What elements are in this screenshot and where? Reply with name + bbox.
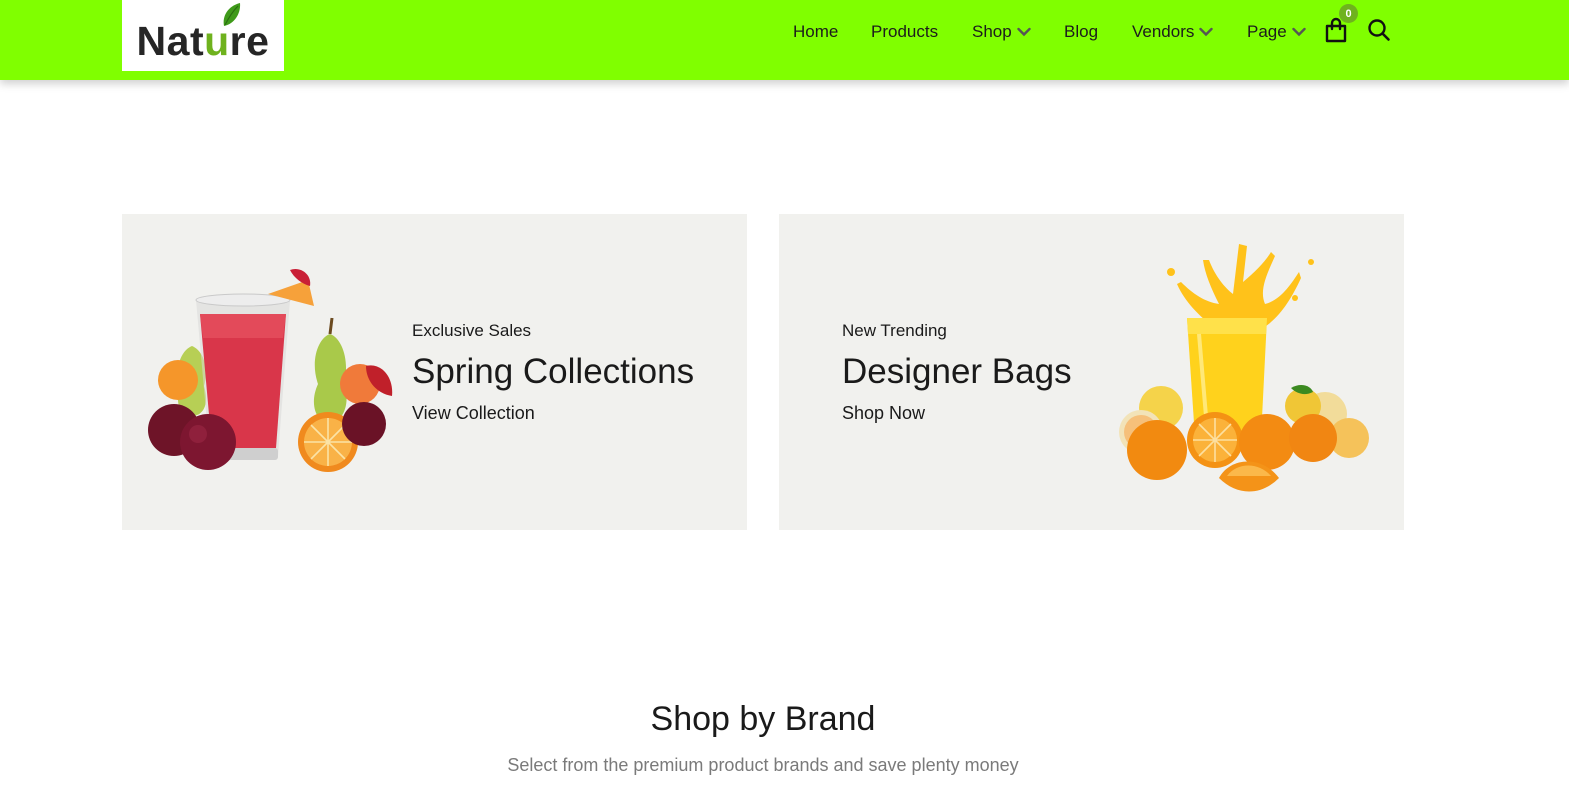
fruit-smoothie-illustration [148,268,393,472]
nav-shop[interactable]: Shop [972,21,1031,43]
banner-eyebrow: New Trending [842,321,947,340]
nav-products[interactable]: Products [871,21,938,43]
section-subtitle: Select from the premium product brands a… [507,755,1019,775]
search-icon[interactable] [1367,18,1391,42]
main-nav: Home Products Shop Blog Vendors Page 0 [0,0,1569,64]
chevron-down-icon [1292,27,1306,37]
section-title: Shop by Brand [650,700,876,738]
shop-now-link[interactable]: Shop Now [842,402,925,424]
site-header: Nature Home Products Shop Blog Vendors P… [0,0,1569,80]
nav-vendors[interactable]: Vendors [1132,21,1214,43]
nav-home[interactable]: Home [793,21,838,43]
banner-title: Designer Bags [842,352,1072,391]
banner-title: Spring Collections [412,352,695,391]
cart-count-badge: 0 [1339,4,1358,23]
chevron-down-icon [1017,27,1031,37]
nav-page[interactable]: Page [1247,21,1306,43]
chevron-down-icon [1199,27,1214,37]
view-collection-link[interactable]: View Collection [412,402,535,424]
promo-banner-spring[interactable]: Exclusive Sales Spring Collections View … [122,214,747,530]
nav-blog[interactable]: Blog [1064,21,1098,43]
promo-banner-designer[interactable]: New Trending Designer Bags Shop Now [779,214,1404,530]
banner-eyebrow: Exclusive Sales [412,321,532,340]
orange-juice-illustration [1119,244,1369,492]
